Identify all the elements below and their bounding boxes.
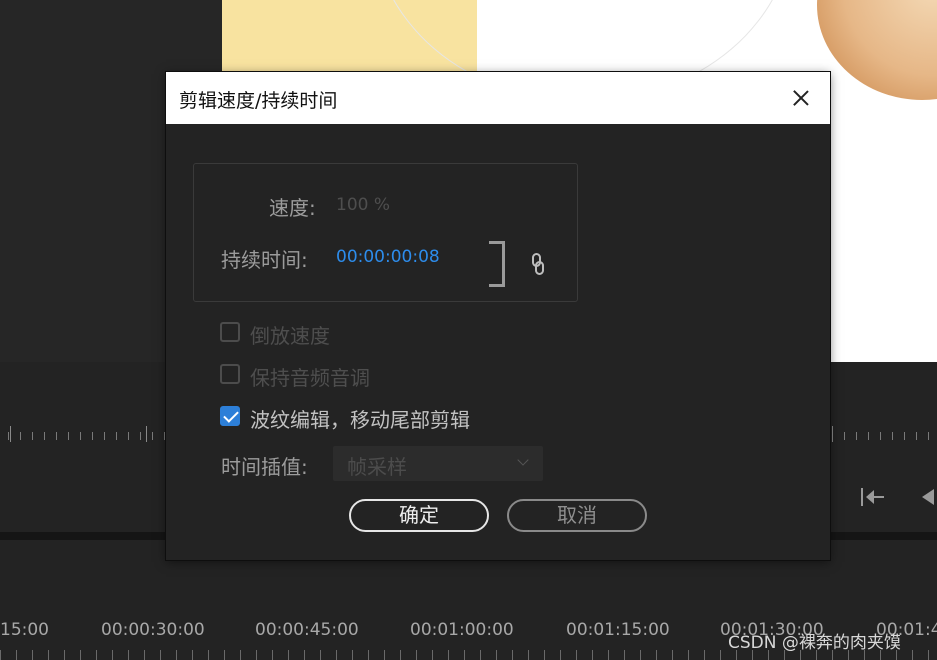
ripple-edit-label: 波纹编辑，移动尾部剪辑 — [250, 408, 470, 432]
timeline-time-label: 00:00:30:00 — [101, 620, 205, 640]
time-interpolation-value: 帧采样 — [347, 455, 407, 479]
chevron-down-icon — [517, 454, 529, 466]
timeline-time-label: 00:00:45:00 — [255, 620, 359, 640]
ripple-edit-checkbox[interactable] — [220, 406, 240, 426]
cancel-button[interactable]: 取消 — [507, 499, 647, 532]
maintain-pitch-checkbox[interactable] — [220, 364, 240, 384]
clip-speed-duration-dialog: 剪辑速度/持续时间 速度: 100 % 持续时间: 00:00:00:08 倒放… — [166, 72, 830, 560]
timeline-time-label: 00:01:00:00 — [410, 620, 514, 640]
speed-value-field[interactable]: 100 % — [336, 195, 390, 215]
ruler-major-tick — [146, 426, 147, 442]
dialog-title: 剪辑速度/持续时间 — [179, 90, 338, 112]
time-interpolation-label: 时间插值: — [221, 455, 308, 479]
chain-link-icon[interactable] — [530, 252, 546, 276]
speed-label: 速度: — [269, 196, 316, 220]
close-icon[interactable] — [786, 85, 816, 111]
ruler-major-tick — [10, 426, 11, 442]
time-interpolation-select[interactable]: 帧采样 — [333, 446, 543, 481]
duration-label: 持续时间: — [221, 248, 308, 272]
speed-duration-group — [193, 163, 578, 302]
step-back-icon[interactable] — [918, 484, 937, 510]
ruler-major-tick — [832, 426, 833, 442]
source-monitor-ruler[interactable] — [8, 432, 168, 440]
preview-image-wooden-board — [817, 0, 937, 100]
reverse-speed-checkbox[interactable] — [220, 322, 240, 342]
timeline-time-label: 00:01:15:00 — [566, 620, 670, 640]
watermark: CSDN @裸奔的肉夹馍 — [728, 633, 901, 653]
duration-value-field[interactable]: 00:00:00:08 — [336, 247, 440, 267]
ok-button[interactable]: 确定 — [349, 499, 489, 532]
mark-in-icon[interactable] — [858, 484, 888, 510]
reverse-speed-label: 倒放速度 — [250, 324, 330, 348]
link-bracket — [489, 241, 505, 287]
timeline-time-label: 15:00 — [0, 620, 49, 640]
dialog-titlebar[interactable]: 剪辑速度/持续时间 — [166, 72, 830, 124]
program-monitor-ruler[interactable] — [832, 432, 937, 440]
maintain-pitch-label: 保持音频音调 — [250, 366, 370, 390]
